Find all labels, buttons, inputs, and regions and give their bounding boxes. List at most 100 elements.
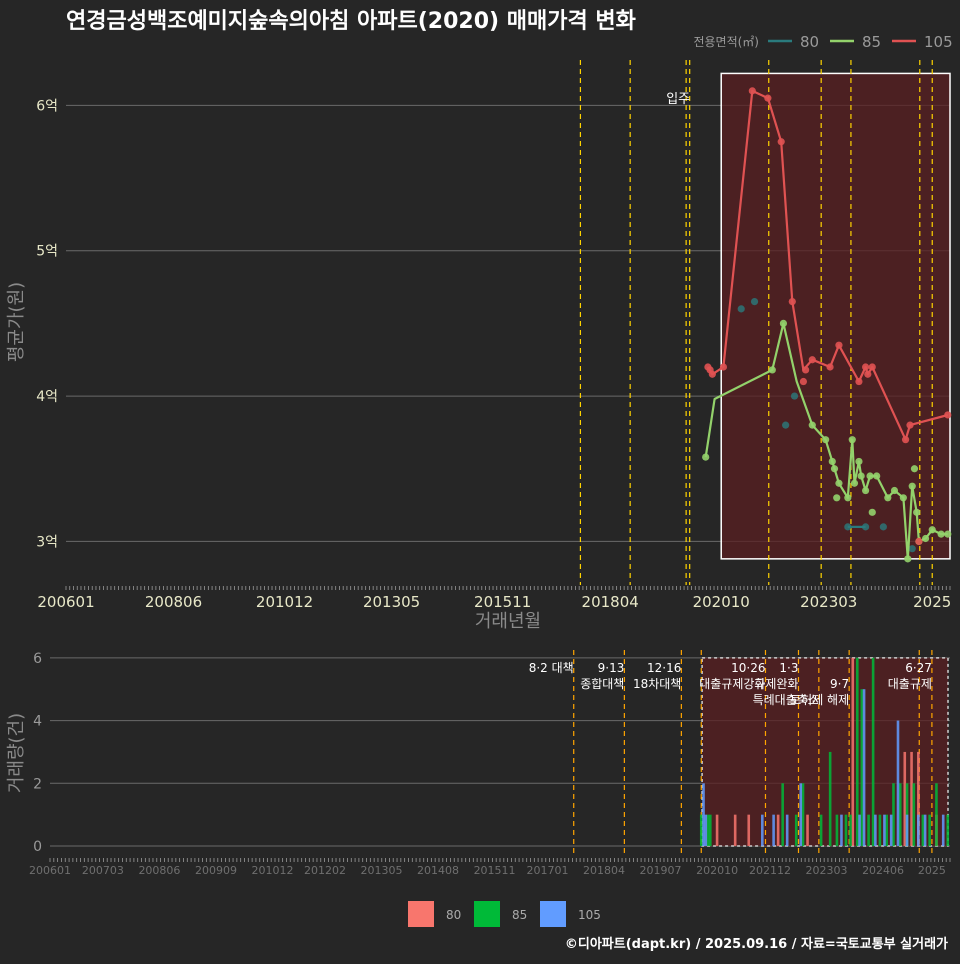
legend-label-105: 105 <box>924 33 953 51</box>
point-85-13 <box>857 472 865 480</box>
policy-label-3-0: 10·26 <box>731 661 765 675</box>
move-in-annotation: 입주 <box>666 92 690 107</box>
bar-80-1 <box>733 814 737 847</box>
point-105-6 <box>777 138 785 146</box>
x-tick-label-7: 202303 <box>800 593 857 611</box>
point-85-19 <box>890 486 899 495</box>
bar-80-4 <box>806 814 809 847</box>
point-85-24 <box>913 508 921 516</box>
bar-105-15 <box>923 814 927 847</box>
bar-85-0 <box>699 814 703 847</box>
point-85-6 <box>830 465 839 473</box>
vol-x-tick-label-6: 201305 <box>361 864 403 877</box>
vol-x-tick-label-10: 201804 <box>583 864 625 877</box>
bar-105-9 <box>874 814 877 847</box>
x-tick-label-1: 200806 <box>145 593 202 611</box>
bar-80-6 <box>903 751 907 847</box>
vol-legend-label-85: 85 <box>512 908 527 922</box>
bar-85-24 <box>946 814 950 847</box>
vol-y-axis-title: 거래량(건) <box>6 713 27 793</box>
bar-105-13 <box>905 814 909 847</box>
vol-legend-swatch-85 <box>474 901 500 927</box>
point-85-7 <box>833 494 841 502</box>
point-85-0 <box>702 453 710 461</box>
x-tick-label-0: 200601 <box>37 593 94 611</box>
point-105-17 <box>901 436 910 444</box>
bar-85-1 <box>706 814 710 847</box>
vol-x-tick-label-4: 201012 <box>252 864 294 877</box>
point-105-18 <box>906 421 914 429</box>
bar-85-3 <box>781 783 784 847</box>
point-85-15 <box>866 472 874 480</box>
point-105-5 <box>764 94 772 102</box>
point-85-11 <box>850 479 859 487</box>
point-80-4 <box>844 523 852 531</box>
bar-85-5 <box>801 783 805 847</box>
bar-85-8 <box>835 814 839 847</box>
point-85-29 <box>944 530 952 538</box>
bar-85-4 <box>794 814 798 847</box>
vol-legend-swatch-80 <box>408 901 434 927</box>
point-85-8 <box>835 479 843 487</box>
point-80-1 <box>750 298 759 306</box>
bar-85-11 <box>855 657 859 847</box>
point-85-9 <box>844 494 852 502</box>
policy-label-1-0: 9·13 <box>598 661 625 675</box>
vol-legend-label-80: 80 <box>446 908 461 922</box>
point-85-22 <box>908 482 916 490</box>
bar-85-2 <box>709 814 712 847</box>
bar-105-12 <box>896 720 900 847</box>
vol-x-tick-label-0: 200601 <box>29 864 71 877</box>
vol-legend-label-105: 105 <box>578 908 601 922</box>
point-85-17 <box>873 472 881 480</box>
point-105-4 <box>748 87 756 95</box>
bar-85-17 <box>892 783 895 847</box>
vol-x-tick-label-9: 201701 <box>526 864 568 877</box>
point-105-10 <box>808 356 816 364</box>
policy-label-2-1: 18차대책 <box>633 676 681 691</box>
vol-legend-swatch-105 <box>540 901 566 927</box>
vol-x-tick-label-5: 201202 <box>304 864 346 877</box>
legend-label-85: 85 <box>862 33 881 51</box>
vol-y-tick-label-0: 0 <box>33 839 42 855</box>
bar-105-6 <box>840 814 843 847</box>
policy-label-7-0: 6·27 <box>905 661 932 675</box>
bar-85-22 <box>928 814 931 847</box>
point-80-5 <box>861 523 870 531</box>
size-legend-top: 전용면적(㎡) 80 85 105 <box>693 33 952 51</box>
chart-figure: 연경금성백조예미지숲속의아침 아파트(2020) 매매가격 변화 전용면적(㎡)… <box>0 0 960 960</box>
vol-y-tick-label-2: 4 <box>33 714 42 730</box>
point-85-28 <box>937 530 945 538</box>
bar-85-20 <box>912 783 916 847</box>
point-105-13 <box>855 377 863 386</box>
point-80-7 <box>908 545 916 553</box>
size-legend-bottom: 80 85 105 <box>408 901 601 927</box>
y-tick-label-2: 5억 <box>36 244 58 260</box>
point-85-16 <box>868 508 876 516</box>
bar-85-9 <box>844 814 848 847</box>
bar-85-10 <box>849 814 852 847</box>
source-footer: ©디아파트(dapt.kr) / 2025.09.16 / 자료=국토교통부 실… <box>565 936 948 952</box>
y-tick-label-3: 6억 <box>36 98 58 114</box>
point-85-10 <box>848 436 856 444</box>
bar-105-7 <box>858 814 861 847</box>
y-tick-label-0: 3억 <box>36 534 58 550</box>
policy-label-6-2: 토허제 해제 <box>790 693 849 707</box>
bar-80-2 <box>747 814 751 847</box>
vol-x-tick-label-11: 201907 <box>640 864 682 877</box>
chart-title: 연경금성백조예미지숲속의아침 아파트(2020) 매매가격 변화 <box>66 9 636 34</box>
bar-85-15 <box>878 814 882 847</box>
bar-85-16 <box>885 814 888 847</box>
bar-105-16 <box>941 814 945 847</box>
bar-80-3 <box>776 814 780 847</box>
point-105-15 <box>864 370 872 378</box>
bar-105-14 <box>917 814 920 847</box>
bar-80-5 <box>851 657 855 847</box>
vol-x-tick-label-15: 202406 <box>862 864 904 877</box>
x-tick-label-3: 201305 <box>363 593 420 611</box>
vol-x-tick-label-1: 200703 <box>82 864 124 877</box>
policy-label-4-1: 규제완화 <box>754 677 798 691</box>
legend-label-80: 80 <box>800 33 819 51</box>
x-tick-label-8: 2025 <box>913 593 951 611</box>
point-85-26 <box>921 534 930 543</box>
